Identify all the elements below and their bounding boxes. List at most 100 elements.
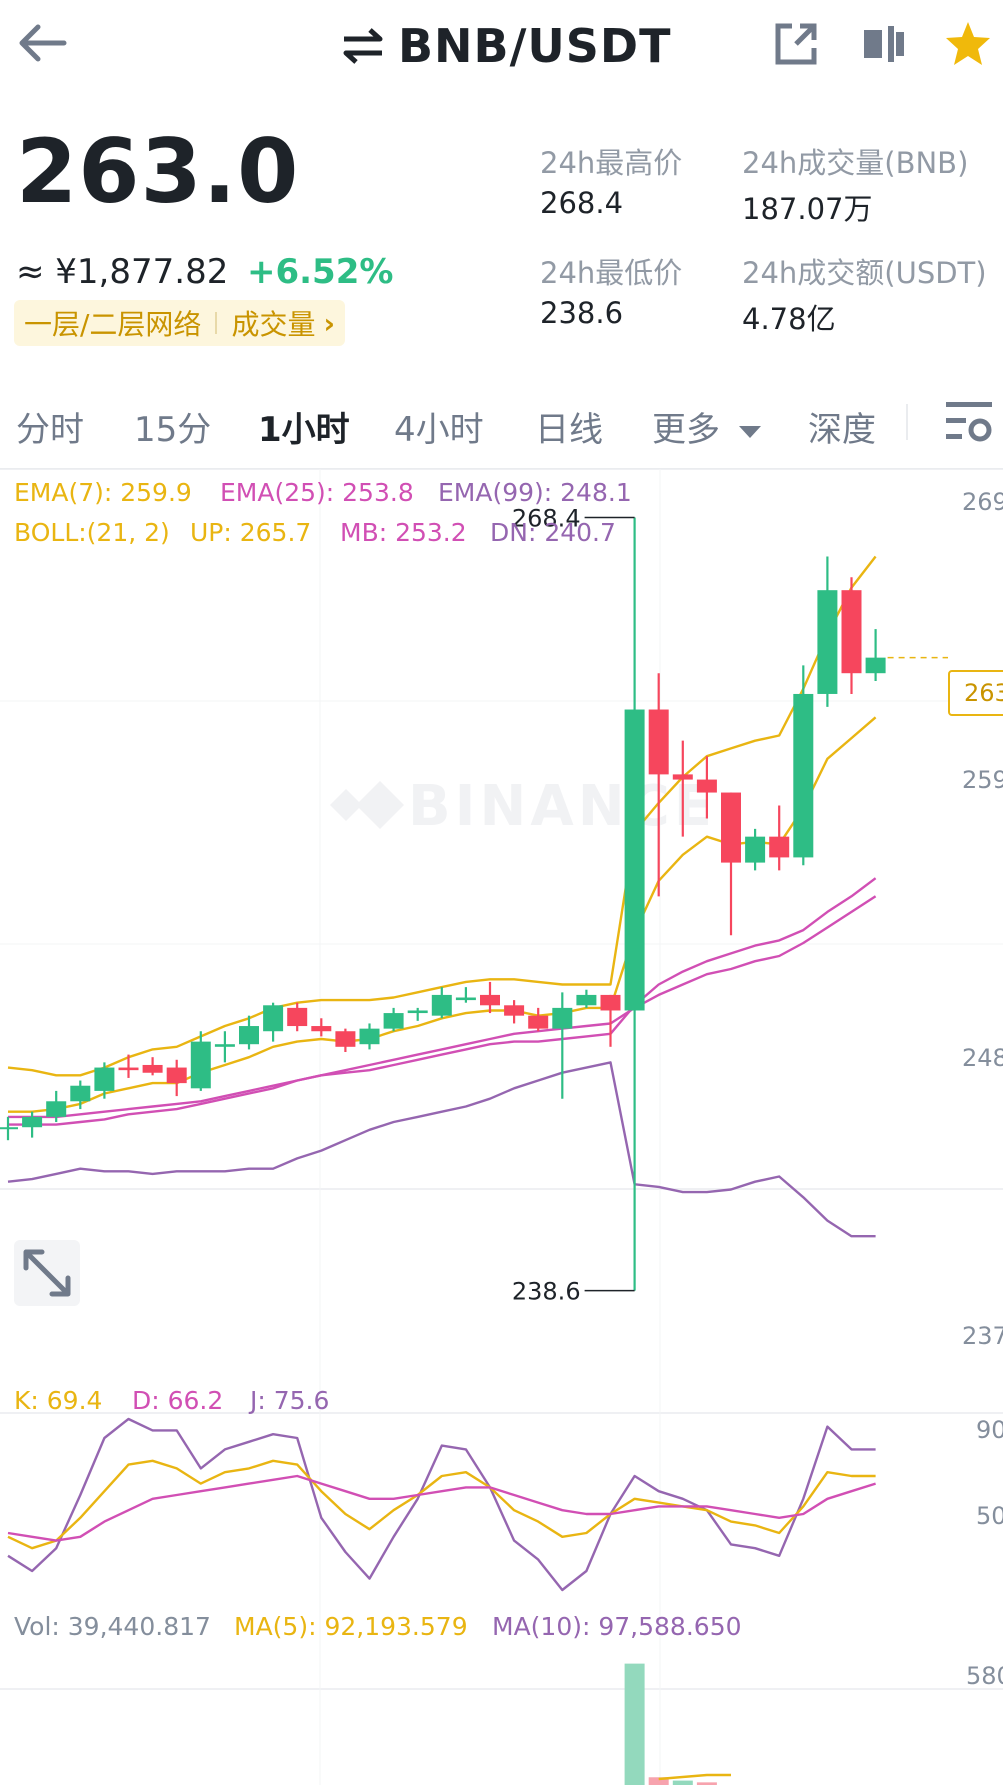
caret-down-icon [738, 425, 761, 438]
current-price-flag: 263 [948, 670, 1003, 716]
candle-body-30 [721, 792, 741, 863]
tab-4h[interactable]: 4小时 [394, 402, 484, 451]
candle-body-32 [769, 836, 790, 858]
candle-body-12 [287, 1007, 308, 1027]
legend-vol: Vol: 39,440.817 [14, 1612, 211, 1641]
low-marker-label: 238.6 [512, 1278, 581, 1306]
kdj-axis-90: 90 [976, 1416, 1003, 1444]
axis-label-259: 259 [962, 766, 1003, 794]
legend-kdj-k: K: 69.4 [14, 1386, 103, 1415]
legend-boll-dn: DN: 240.7 [490, 518, 616, 547]
vol-axis-580: 580 [966, 1662, 1003, 1690]
candle-body-1 [22, 1116, 43, 1128]
candle-body-26 [624, 709, 645, 1011]
legend-boll-up: UP: 265.7 [190, 518, 312, 547]
candle-body-4 [94, 1067, 115, 1091]
stat-vol-value: 187.07万 [742, 192, 873, 226]
share-icon[interactable] [770, 18, 822, 70]
legend-kdj-j: J: 75.6 [250, 1386, 330, 1415]
boll-dn-line [7, 1061, 876, 1238]
tab-1h[interactable]: 1小时 [258, 402, 350, 451]
candle-body-7 [166, 1067, 187, 1084]
candle-body-16 [383, 1013, 404, 1029]
legend-boll-mb: MB: 253.2 [340, 518, 467, 547]
legend-ema7: EMA(7): 259.9 [14, 478, 192, 507]
tag-box[interactable]: 一层/二层网络 成交量 › [14, 300, 345, 346]
tag-layer[interactable]: 一层/二层网络 [24, 303, 201, 343]
tab-more[interactable]: 更多 [652, 402, 763, 451]
candle-body-36 [865, 657, 886, 674]
candle-body-24 [576, 994, 597, 1006]
kdj-d-line [7, 1474, 876, 1542]
candle-body-0 [0, 1127, 18, 1130]
legend-boll: BOLL:(21, 2) [14, 518, 170, 547]
legend-ema99: EMA(99): 248.1 [438, 478, 632, 507]
back-arrow-icon[interactable] [12, 18, 72, 68]
watermark-text: BINANCE [408, 774, 716, 839]
candle-body-2 [46, 1101, 67, 1117]
expand-icon[interactable] [14, 1240, 80, 1306]
star-icon[interactable] [942, 18, 994, 70]
axis-label-248: 248 [962, 1044, 1003, 1072]
candle-body-18 [431, 994, 452, 1016]
chart-settings-icon[interactable] [944, 400, 994, 448]
last-price: 263.0 [16, 120, 300, 223]
candle-body-29 [696, 779, 717, 793]
candle-body-17 [407, 1010, 428, 1014]
legend-ma5: MA(5): 92,193.579 [234, 1612, 468, 1641]
candle-body-35 [841, 590, 862, 674]
candle-body-13 [311, 1026, 332, 1032]
tab-timeline[interactable]: 分时 [16, 402, 84, 451]
tag-volume[interactable]: 成交量 [231, 303, 315, 343]
candle-body-31 [745, 836, 766, 863]
candle-body-25 [600, 994, 621, 1011]
volume-bars [624, 1663, 731, 1785]
candle-body-8 [190, 1041, 211, 1089]
cny-price: ≈ ¥1,877.82 [16, 252, 229, 292]
tab-daily[interactable]: 日线 [535, 402, 603, 451]
tab-depth[interactable]: 深度 [808, 402, 876, 451]
candle-body-20 [480, 994, 500, 1006]
candle-body-15 [359, 1028, 380, 1045]
tab-more-label: 更多 [652, 410, 720, 450]
axis-label-237: 237 [962, 1322, 1003, 1350]
pair-selector[interactable]: BNB/USDT [340, 16, 671, 76]
candle-body-22 [528, 1015, 549, 1029]
candle-body-14 [335, 1031, 356, 1047]
candle-body-28 [672, 774, 693, 780]
stat-low-label: 24h最低价 [540, 256, 683, 290]
candle-body-27 [648, 709, 669, 775]
tab-divider [906, 404, 908, 440]
stat-high-value: 268.4 [540, 186, 624, 220]
candle-body-34 [817, 590, 838, 694]
price-change: +6.52% [247, 252, 394, 292]
pair-title: BNB/USDT [398, 19, 672, 73]
stat-amt-value: 4.78亿 [742, 302, 836, 336]
stat-amt-label: 24h成交额(USDT) [742, 256, 987, 290]
kline-chart[interactable]: BINANCE 268.4238.6 [0, 469, 1003, 1785]
stat-low-value: 238.6 [540, 296, 624, 330]
candles [0, 517, 886, 1291]
volume-bar-2 [672, 1780, 693, 1785]
candle-body-6 [142, 1064, 163, 1073]
chevron-right-icon: › [323, 306, 335, 340]
volume-bar-0 [624, 1663, 645, 1785]
vol-ma5-line [658, 1773, 731, 1781]
candle-body-9 [214, 1044, 235, 1047]
stat-high-label: 24h最高价 [540, 146, 683, 180]
axis-label-269: 269 [962, 488, 1003, 516]
candle-body-33 [793, 693, 814, 858]
swap-icon [343, 28, 383, 64]
layout-icon[interactable] [858, 18, 910, 70]
stat-vol-label: 24h成交量(BNB) [742, 146, 969, 180]
candle-body-11 [263, 1005, 284, 1032]
candle-body-5 [118, 1067, 139, 1071]
legend-ema25: EMA(25): 253.8 [220, 478, 414, 507]
watermark-logo [330, 781, 404, 829]
legend-ma10: MA(10): 97,588.650 [492, 1612, 742, 1641]
kdj-lines [7, 1417, 876, 1592]
indicator-lines [7, 555, 877, 1238]
tab-15m[interactable]: 15分 [134, 402, 211, 451]
kdj-axis-50: 50 [976, 1502, 1003, 1530]
candle-body-3 [70, 1085, 91, 1102]
